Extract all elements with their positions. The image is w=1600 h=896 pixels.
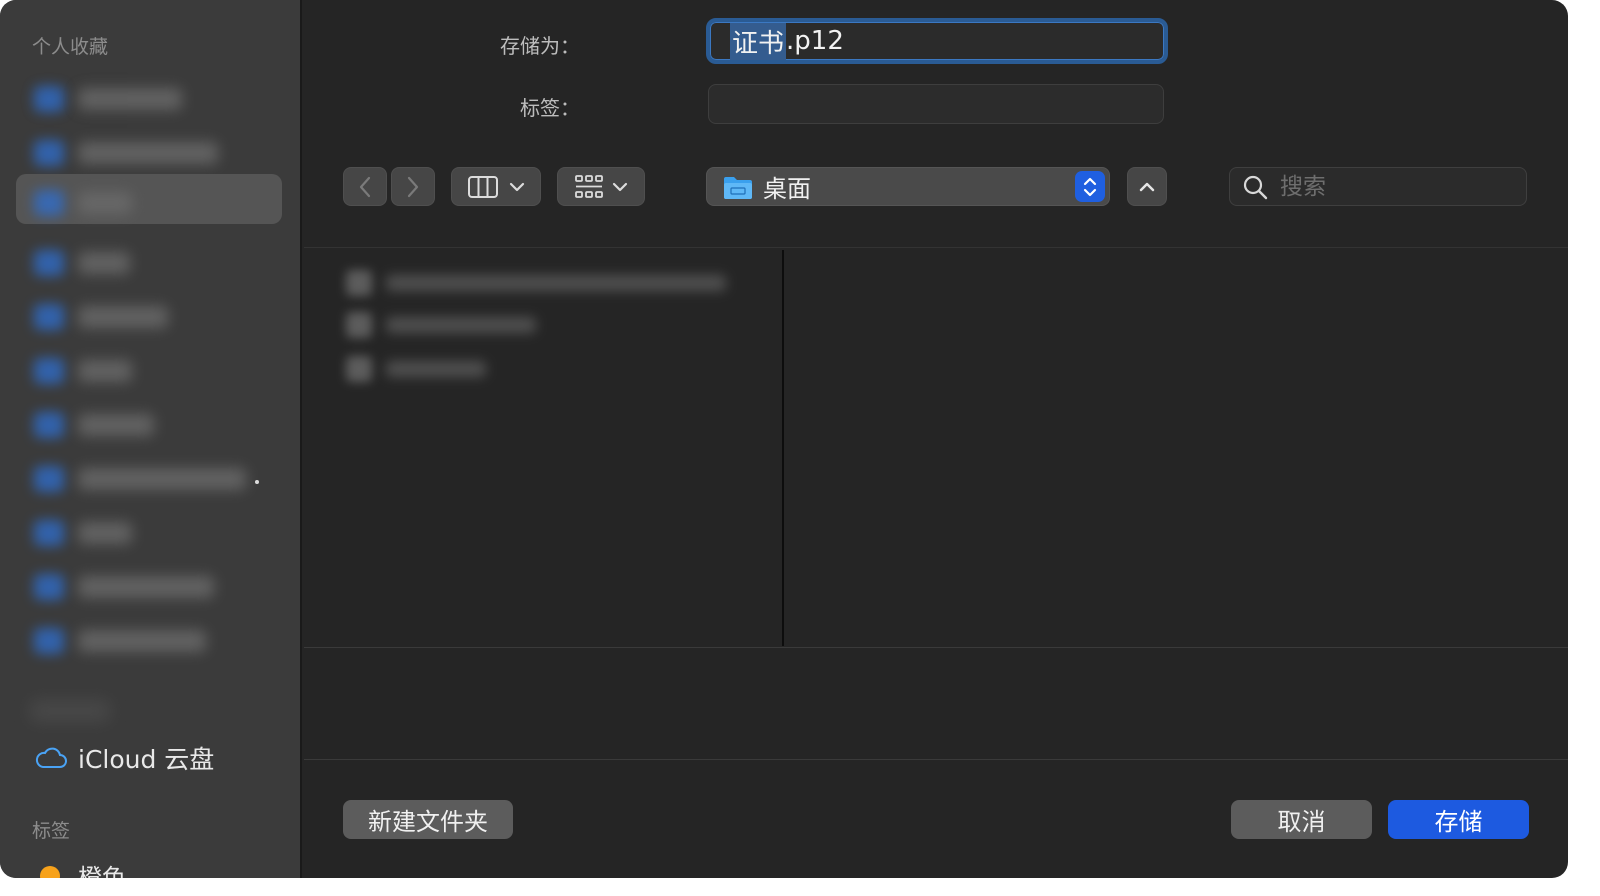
sidebar-item[interactable] [16,508,256,558]
chevron-up-icon [1139,182,1155,191]
browser-top-divider [304,247,1568,248]
search-input[interactable] [1280,171,1500,202]
view-mode-button[interactable] [451,167,541,206]
sidebar-item[interactable] [16,346,256,396]
popup-stepper-icon [1075,171,1105,202]
sidebar-item[interactable] [16,238,256,288]
search-field[interactable] [1229,167,1527,206]
sidebar-item[interactable] [16,74,256,124]
tag-label: 橙色 [78,864,126,878]
chevron-left-icon [359,176,371,197]
icloud-label: iCloud 云盘 [78,745,215,774]
sidebar-tag-orange[interactable]: 橙色 [40,858,126,878]
collapse-button[interactable] [1127,167,1167,206]
sidebar-item-icloud[interactable]: iCloud 云盘 [34,740,214,776]
save-as-label: 存储为： [500,34,580,58]
folder-icon [724,176,752,199]
sidebar-item-selected[interactable] [16,174,282,224]
cancel-button[interactable]: 取消 [1231,800,1372,839]
tags-header: 标签 [32,820,71,842]
filename-field[interactable]: 证书 .p12 [706,18,1168,64]
eject-indicator-dot [255,480,259,484]
save-button[interactable]: 存储 [1388,800,1529,839]
favorites-list [16,74,282,734]
sidebar-section-faded [30,700,110,722]
chevron-down-icon [509,182,525,191]
new-folder-button[interactable]: 新建文件夹 [343,800,513,839]
sidebar-item[interactable] [16,400,256,450]
chevron-down-icon [612,182,628,191]
chevron-right-icon [407,176,419,197]
sidebar-item[interactable] [16,128,256,178]
grid-group-icon [575,174,603,198]
filename-selected-text: 证书 [730,22,787,60]
favorites-header: 个人收藏 [32,36,109,58]
column-view-icon [468,175,498,198]
location-popup[interactable]: 桌面 [706,167,1110,206]
column-divider[interactable] [782,250,784,646]
forward-button[interactable] [391,167,435,206]
sidebar-item[interactable] [16,292,256,342]
orange-tag-dot-icon [40,865,60,878]
search-icon [1243,175,1268,199]
location-label: 桌面 [763,175,811,203]
sidebar: 个人收藏 iCloud 云盘 标签 橙色 [0,0,302,878]
tags-label: 标签： [520,96,580,120]
cloud-icon [35,747,67,768]
group-button[interactable] [557,167,645,206]
sidebar-item[interactable] [16,562,256,612]
back-button[interactable] [343,167,387,206]
sidebar-item[interactable] [16,616,256,666]
filename-extension: .p12 [786,26,844,56]
sidebar-item[interactable] [16,454,256,504]
save-dialog: 个人收藏 iCloud 云盘 标签 橙色 存储为： 证书 .p12 标签： 桌面… [0,0,1568,878]
tags-field[interactable] [708,84,1164,124]
footer-divider [304,759,1568,760]
file-column [326,250,782,646]
browser-bottom-divider [304,647,1568,648]
